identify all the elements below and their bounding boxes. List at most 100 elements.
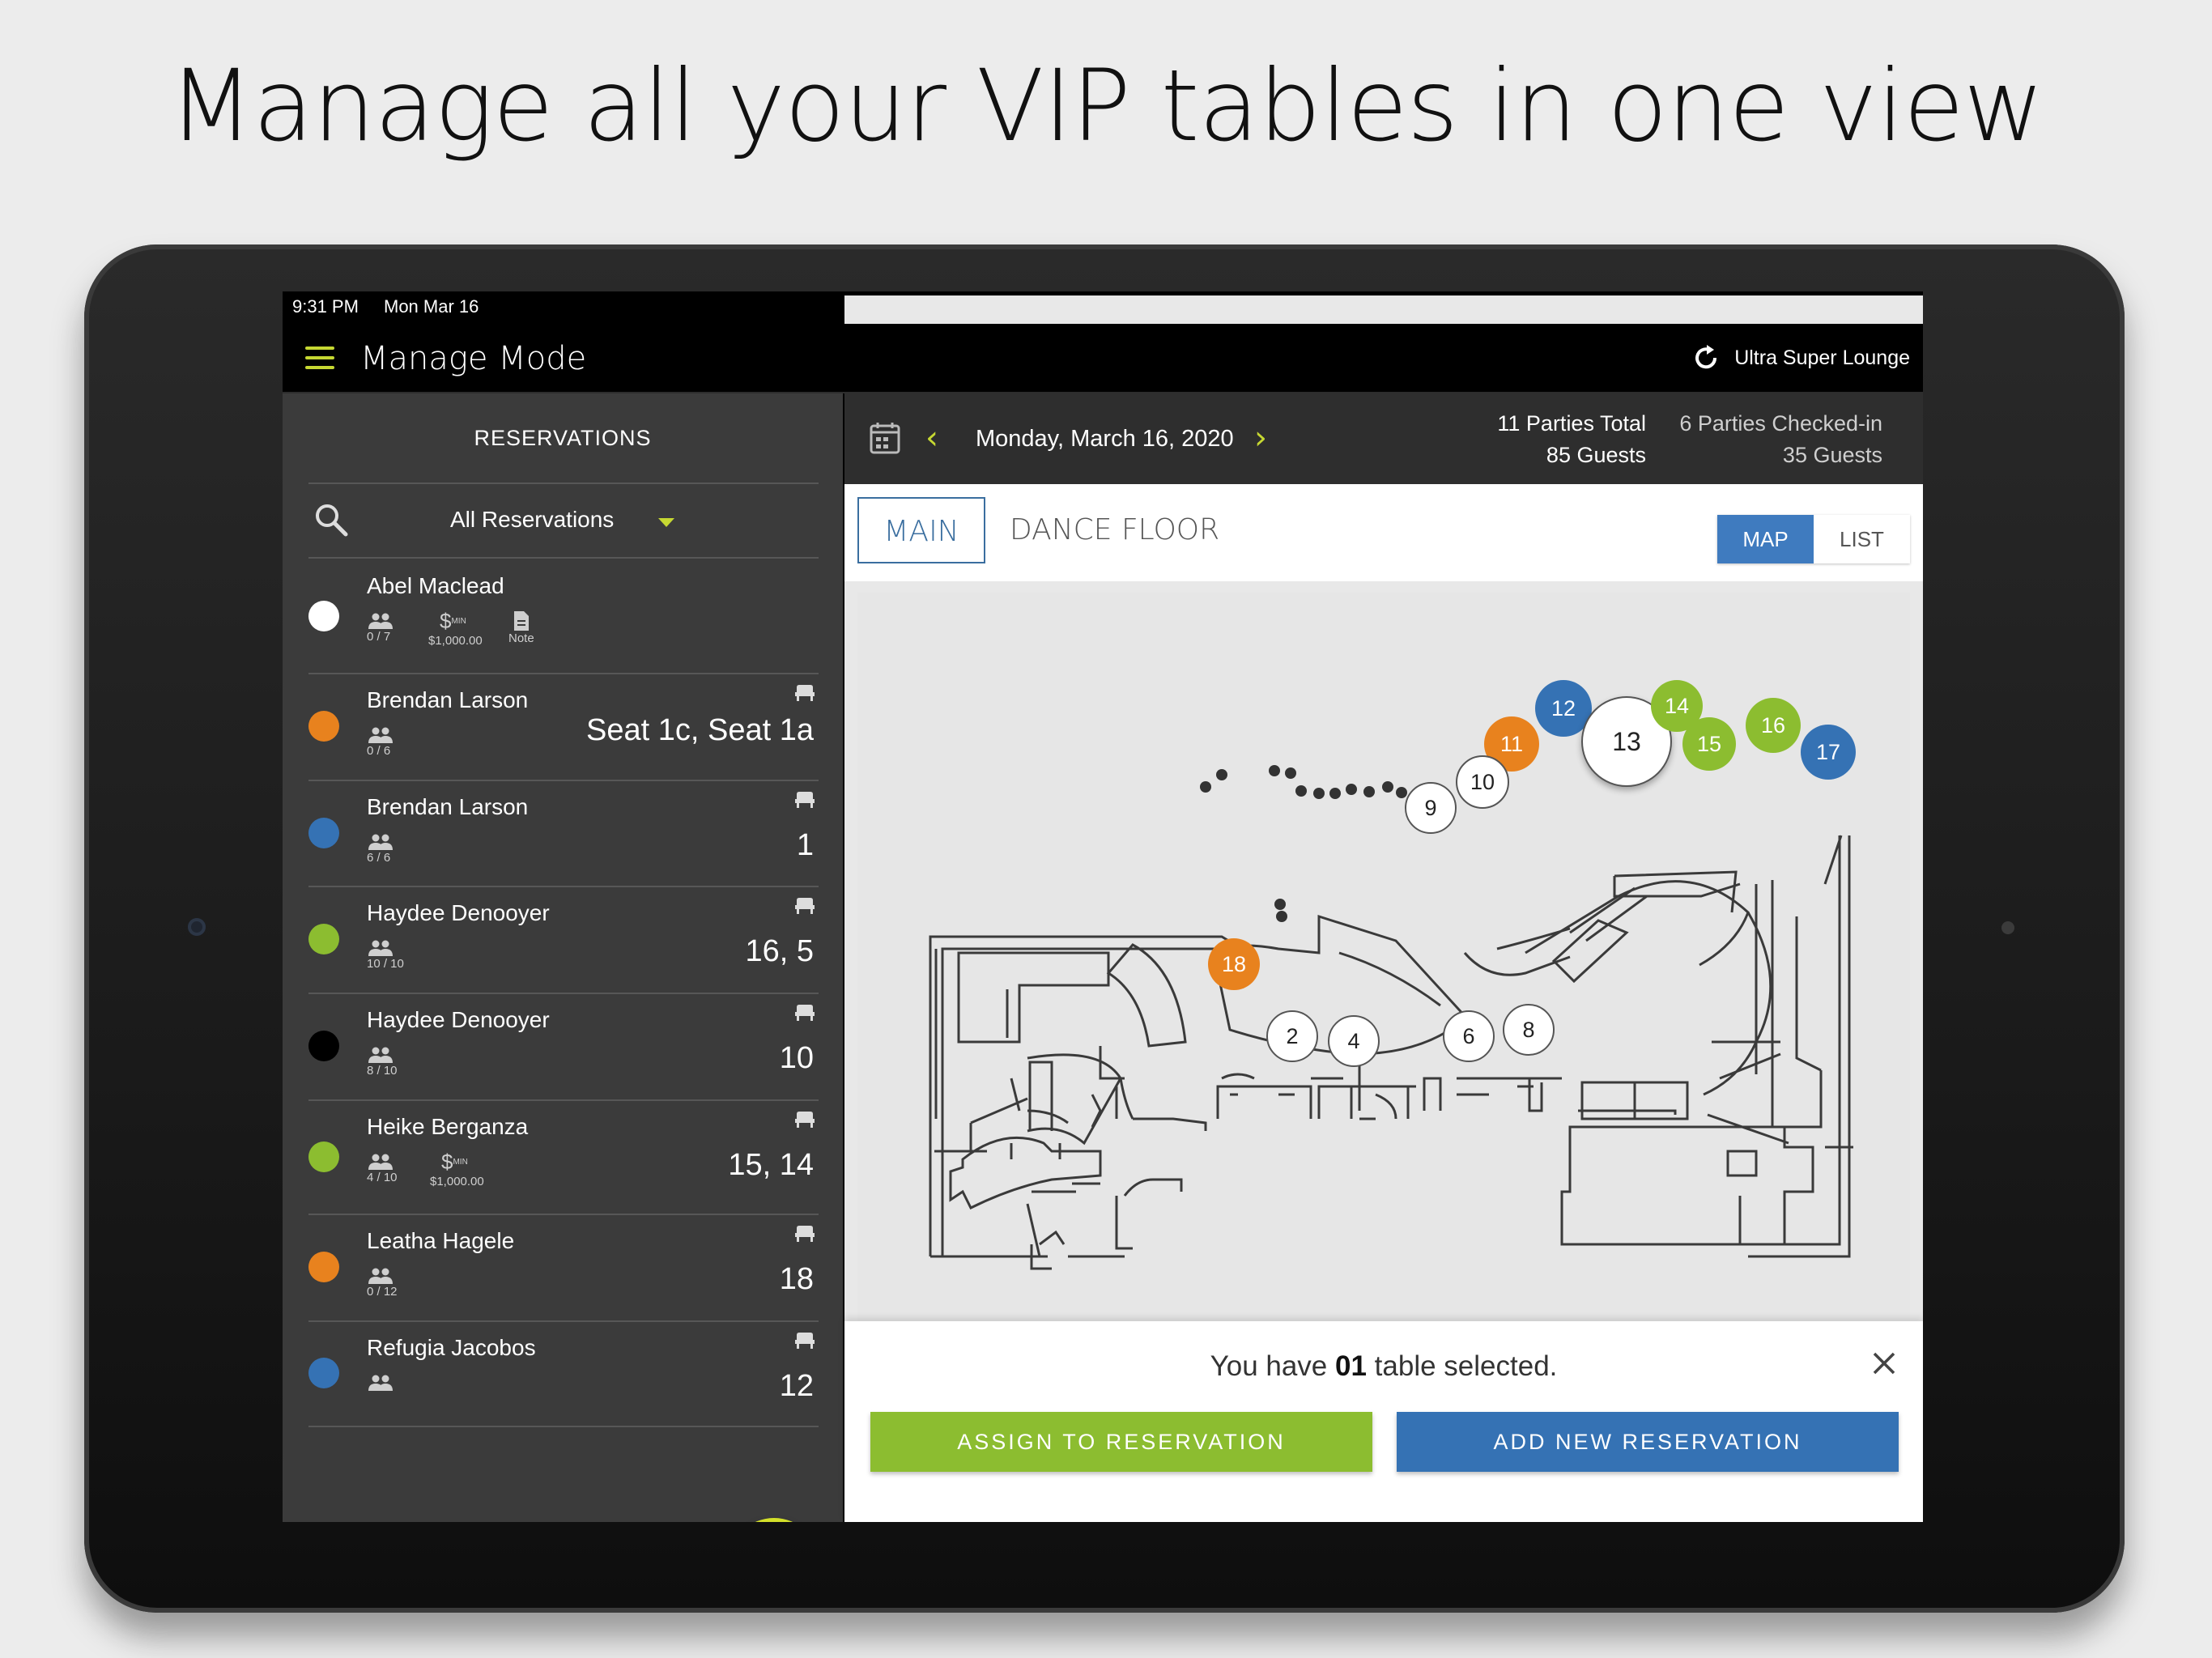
guest-count: 0 / 7 [367,612,394,644]
search-icon[interactable] [313,502,349,538]
app-screen: 9:31 PM Mon Mar 16 8% Manage Mode Ultra … [283,291,1923,1522]
guest-count: 0 / 6 [367,726,394,758]
calendar-icon[interactable] [869,421,901,455]
group-icon [367,612,394,630]
guest-count: 10 / 10 [367,939,404,971]
guest-name: Haydee Denooyer [367,1007,550,1032]
reservation-row[interactable]: Haydee Denooyer 8 / 10 10 [308,993,819,1101]
min-label: MIN [451,617,466,626]
guest-count-value: 6 / 6 [367,851,391,865]
parties-checked-in: 6 Parties Checked-in [1679,411,1882,436]
assigned-tables: 18 [779,1262,814,1296]
tab-main[interactable]: MAIN [857,497,985,563]
status-time: 9:31 PM [292,296,359,317]
min-label: MIN [453,1158,468,1167]
selection-suffix: table selected. [1366,1350,1558,1382]
floor-panel: ‹ Monday, March 16, 2020 › 11 Parties To… [844,393,1923,1522]
status-dot [308,1031,339,1061]
assigned-tables: 1 [796,828,814,862]
checked-in-stat: 6 Parties Checked-in 35 Guests [1679,408,1882,471]
assigned-tables: Seat 1c, Seat 1a [586,713,814,747]
group-icon [367,1267,398,1285]
current-date: Monday, March 16, 2020 [976,426,1234,452]
reservation-row[interactable]: Abel Maclead 0 / 7 $MIN $1,000.00 Note [308,559,819,674]
dollar-icon: $ [440,609,452,633]
table-badge[interactable]: 18 [1208,938,1260,990]
table-badge[interactable]: 16 [1746,698,1801,753]
guest-name: Brendan Larson [367,687,529,712]
totals-stat: 11 Parties Total 85 Guests [1497,408,1646,471]
status-dot [308,711,339,742]
seat-icon [794,684,815,702]
venue-selector[interactable]: Ultra Super Lounge [1734,346,1910,370]
table-badge[interactable]: 17 [1801,725,1856,780]
guest-count: 0 / 12 [367,1267,398,1299]
selection-count: 01 [1335,1350,1367,1382]
add-new-reservation-button[interactable]: ADD NEW RESERVATION [1397,1412,1899,1472]
reservation-row[interactable]: Heike Berganza 4 / 10 $MIN $1,000.00 15, 14 [308,1099,819,1215]
min-spend: $MIN $1,000.00 [428,609,483,648]
table-badge[interactable]: 4 [1328,1015,1380,1067]
reservations-panel: RESERVATIONS All Reservations Abel Macle… [283,393,843,1522]
floor-map[interactable]: 12 13 14 11 15 16 17 10 9 18 2 4 6 8 [857,593,1910,1321]
map-view-button[interactable]: MAP [1717,515,1814,563]
view-toggle: MAP LIST [1717,515,1910,563]
assigned-tables: 15, 14 [728,1148,814,1182]
chevron-down-icon[interactable] [658,518,674,527]
note[interactable]: Note [508,610,534,645]
previous-day-button[interactable]: ‹ [925,419,938,457]
reservation-row[interactable]: Brendan Larson 0 / 6 Seat 1c, Seat 1a [308,673,819,781]
seat-icon [794,1332,815,1350]
assign-to-reservation-button[interactable]: ASSIGN TO RESERVATION [870,1412,1372,1472]
refresh-icon[interactable] [1691,343,1721,372]
selection-prefix: You have [1210,1350,1336,1382]
guest-count: 4 / 10 [367,1153,398,1184]
tab-dance-floor[interactable]: DANCE FLOOR [1010,497,1219,563]
group-icon [367,726,394,744]
table-badge[interactable]: 15 [1682,717,1736,771]
group-icon [367,1374,394,1392]
table-badge[interactable]: 6 [1443,1010,1495,1062]
app-bar: Manage Mode Ultra Super Lounge [283,324,1923,393]
filter-label[interactable]: All Reservations [450,507,614,533]
reservation-row[interactable]: Haydee Denooyer 10 / 10 16, 5 [308,886,819,994]
next-day-button[interactable]: › [1254,419,1267,457]
table-badge[interactable]: 10 [1456,755,1509,809]
table-badge[interactable]: 8 [1503,1004,1555,1056]
guest-count [367,1374,394,1392]
date-bar: ‹ Monday, March 16, 2020 › 11 Parties To… [844,393,1923,484]
group-icon [367,939,404,957]
selection-message: You have 01 table selected. [844,1350,1923,1383]
seat-icon [794,897,815,915]
reservations-header: RESERVATIONS [474,426,652,450]
camera-icon [188,918,206,936]
table-badge[interactable]: 2 [1266,1010,1318,1062]
group-icon [367,1046,398,1064]
status-dot [308,817,339,848]
guest-count-value: 4 / 10 [367,1171,398,1184]
menu-icon[interactable] [305,346,334,369]
guest-count-value: 10 / 10 [367,957,404,971]
area-tabs: MAIN DANCE FLOOR MAP LIST [844,484,1923,581]
reservation-row[interactable]: Leatha Hagele 0 / 12 18 [308,1214,819,1322]
reservation-row[interactable]: Brendan Larson 6 / 6 1 [308,780,819,887]
group-icon [367,833,394,851]
guest-count-value: 0 / 7 [367,630,391,644]
guest-count: 6 / 6 [367,833,394,865]
list-view-button[interactable]: LIST [1814,515,1910,563]
table-badge[interactable]: 9 [1405,782,1457,834]
add-reservation-fab[interactable]: + [729,1518,819,1522]
status-dot [308,600,339,631]
selection-panel: You have 01 table selected. ASSIGN TO RE… [844,1321,1923,1522]
status-dot [308,1252,339,1282]
seat-icon [794,1111,815,1129]
guest-name: Refugia Jacobos [367,1335,536,1360]
reservation-row[interactable]: Refugia Jacobos 12 [308,1320,819,1427]
reservation-filter[interactable]: All Reservations [308,484,819,557]
status-date: Mon Mar 16 [384,296,479,317]
guest-count-value: 8 / 10 [367,1064,398,1078]
seat-icon [794,1004,815,1022]
status-dot [308,924,339,954]
assigned-tables: 16, 5 [745,934,814,968]
close-icon[interactable] [1868,1347,1900,1380]
